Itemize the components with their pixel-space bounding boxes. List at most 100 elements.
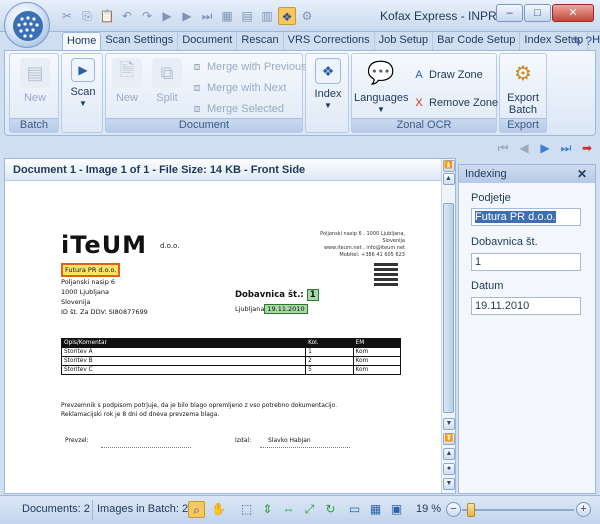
last-page-icon[interactable]: ⏭ xyxy=(557,140,575,156)
cut-icon[interactable]: ✂ xyxy=(58,7,76,25)
index-button[interactable]: ❖ Index ▼ xyxy=(307,58,349,110)
fit-width-icon[interactable]: ⇔ xyxy=(280,501,297,518)
single-page-icon[interactable]: ▭ xyxy=(346,501,363,518)
group-zonal-ocr-title: Zonal OCR xyxy=(352,118,496,132)
zoom-select-icon[interactable]: ⌕ xyxy=(188,501,205,518)
doc-icon[interactable]: ▥ xyxy=(258,7,276,25)
izdal-signature-line xyxy=(260,447,350,448)
tab-home[interactable]: Home xyxy=(62,32,102,50)
new-document-button[interactable]: 🗎 New xyxy=(106,58,148,104)
help-icon[interactable]: ✎ ? xyxy=(572,34,592,48)
previous-image-icon[interactable]: ▲ xyxy=(443,448,455,460)
image-canvas[interactable]: iTeUM d.o.o. Poljanski nasip 6 , 1000 Lj… xyxy=(5,181,441,493)
application-button[interactable] xyxy=(4,2,50,48)
redo-icon[interactable]: ↷ xyxy=(138,7,156,25)
copy-icon[interactable]: ⎘ xyxy=(78,7,96,25)
index-icon: ❖ xyxy=(315,58,341,84)
save-icon[interactable]: ▤ xyxy=(238,7,256,25)
zoom-slider-track[interactable] xyxy=(462,509,574,511)
remove-zone-icon: X xyxy=(415,97,423,109)
tab-scan-settings[interactable]: Scan Settings xyxy=(101,32,179,50)
date-zone[interactable]: 19.11.2010 xyxy=(264,304,308,314)
table-row: Storitev B 2 Kom xyxy=(60,356,402,366)
merge-selected-button[interactable]: ⧈ Merge Selected xyxy=(190,100,285,118)
first-page-icon[interactable]: ⏮ xyxy=(494,140,512,156)
next-icon[interactable]: ▶ xyxy=(178,7,196,25)
group-scan: ▶ Scan ▼ xyxy=(61,53,103,133)
close-indexing-icon[interactable]: ✕ xyxy=(577,167,587,181)
grid-icon[interactable]: ▦ xyxy=(218,7,236,25)
close-button[interactable]: ✕ xyxy=(552,4,594,22)
ribbon: ▤ New Batch ▶ Scan ▼ 🗎 New ⧉ Split ⧈ Mer… xyxy=(4,50,596,136)
scroll-up-icon[interactable]: ▲ xyxy=(442,173,455,185)
merge-next-button[interactable]: ⧈ Merge with Next xyxy=(190,79,287,97)
maximize-button[interactable]: □ xyxy=(524,4,551,22)
fit-page-icon[interactable]: ⤢ xyxy=(301,501,318,518)
new-document-icon: 🗎 xyxy=(112,58,142,88)
zoom-level: 19 % xyxy=(416,503,442,515)
indexing-header: Indexing ✕ xyxy=(459,165,595,183)
gears-icon: ⚙ xyxy=(514,62,532,85)
select-image-icon[interactable]: ● xyxy=(443,463,455,475)
next-image-icon[interactable]: ▼ xyxy=(443,478,455,490)
fit-height-icon[interactable]: ⇕ xyxy=(259,501,276,518)
index-dropdown-icon: ▼ xyxy=(324,101,332,110)
minimize-button[interactable]: – xyxy=(496,4,523,22)
title-bar: ✂ ⎘ 📋 ↶ ↷ ▶ ▶ ⏭ ▦ ▤ ▥ ❖ ⚙ Kofax Express … xyxy=(0,0,600,32)
undo-icon[interactable]: ↶ xyxy=(118,7,136,25)
logo-subtitle: d.o.o. xyxy=(160,242,180,250)
tab-document[interactable]: Document xyxy=(178,32,238,50)
zoom-in-icon[interactable]: + xyxy=(576,502,591,517)
play-icon[interactable]: ▶ xyxy=(158,7,176,25)
iteum-logo: iTeUM xyxy=(61,231,148,259)
document-header: Document 1 - Image 1 of 1 - File Size: 1… xyxy=(5,159,455,181)
scroll-down-icon[interactable]: ▼ xyxy=(443,418,455,430)
document-viewer: Document 1 - Image 1 of 1 - File Size: 1… xyxy=(4,158,456,494)
paste-icon[interactable]: 📋 xyxy=(98,7,116,25)
sender-address: Poljanski nasip 6 , 1000 Ljubljana, Slov… xyxy=(320,231,405,258)
company-name-zone[interactable]: Futura PR d.o.o. xyxy=(61,263,121,277)
rotate-icon[interactable]: ↻ xyxy=(322,501,339,518)
podjetje-field[interactable]: Futura PR d.o.o. xyxy=(471,208,581,226)
column-header: Opis/Komentar xyxy=(60,338,307,348)
tab-bar-code-setup[interactable]: Bar Code Setup xyxy=(433,32,521,50)
tab-vrs-corrections[interactable]: VRS Corrections xyxy=(284,32,375,50)
page-navigation: ⏮ ◀ ▶ ⏭ ➡ xyxy=(494,140,596,158)
scroll-bottom-icon[interactable]: ⏬ xyxy=(443,433,455,445)
dobavnica-number-zone[interactable]: 1 xyxy=(306,289,319,301)
zoom-slider-thumb[interactable] xyxy=(467,503,476,517)
izdal-label: Izdal: xyxy=(235,437,252,444)
draw-zone-button[interactable]: A Draw Zone xyxy=(412,66,482,84)
group-index: ❖ Index ▼ xyxy=(305,53,349,133)
zoom-out-icon[interactable]: − xyxy=(446,502,461,517)
pan-hand-icon[interactable]: ✋ xyxy=(210,501,227,518)
scroll-thumb[interactable] xyxy=(443,203,454,413)
group-document: 🗎 New ⧉ Split ⧈ Merge with Previous ⧈ Me… xyxy=(105,53,307,133)
filmstrip-icon[interactable]: ▣ xyxy=(388,501,405,518)
scan-button[interactable]: ▶ Scan ▼ xyxy=(62,58,104,108)
tab-rescan[interactable]: Rescan xyxy=(237,32,284,50)
next-page-icon[interactable]: ▶ xyxy=(536,140,554,156)
datum-field[interactable]: 19.11.2010 xyxy=(471,297,581,315)
merge-previous-button[interactable]: ⧈ Merge with Previous xyxy=(190,58,307,76)
dobavnica-field[interactable]: 1 xyxy=(471,253,581,271)
qr-code xyxy=(374,262,398,286)
languages-dropdown-icon: ▼ xyxy=(377,105,385,114)
languages-button[interactable]: 💬 Languages ▼ xyxy=(354,58,408,114)
indexing-panel: Indexing ✕ Podjetje Futura PR d.o.o. Dob… xyxy=(458,164,596,494)
last-icon[interactable]: ⏭ xyxy=(198,7,216,25)
index-toggle-icon[interactable]: ❖ xyxy=(278,7,296,25)
column-header: Kol. xyxy=(305,338,354,348)
settings-icon[interactable]: ⚙ xyxy=(298,7,316,25)
new-batch-button[interactable]: ▤ New xyxy=(14,58,56,104)
previous-page-icon[interactable]: ◀ xyxy=(515,140,533,156)
export-batch-button[interactable]: ⚙ Export Batch xyxy=(502,58,544,117)
thumbnails-icon[interactable]: ▦ xyxy=(367,501,384,518)
select-area-icon[interactable]: ⬚ xyxy=(238,501,255,518)
vertical-scrollbar[interactable]: ⏫ ▲ ▼ ⏬ ▲ ● ▼ xyxy=(441,159,455,493)
next-document-icon[interactable]: ➡ xyxy=(578,140,596,156)
scroll-top-icon[interactable]: ⏫ xyxy=(442,160,455,172)
tab-job-setup[interactable]: Job Setup xyxy=(375,32,434,50)
remove-zone-button[interactable]: X Remove Zone xyxy=(412,94,498,112)
split-button[interactable]: ⧉ Split xyxy=(146,58,188,104)
